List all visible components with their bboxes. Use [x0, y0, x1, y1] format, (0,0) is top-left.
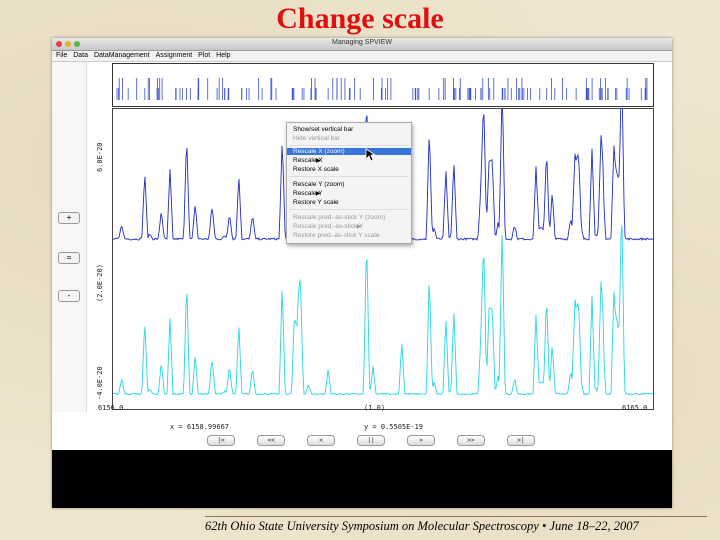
nav-first-button[interactable]: |<: [207, 435, 235, 446]
nav-fast-forward-button[interactable]: >>: [457, 435, 485, 446]
ctx-hide-vertical-bar: Hide vertical bar: [293, 135, 340, 142]
y-axis-top-label: 6.0E-20: [96, 142, 104, 172]
reset-scale-button[interactable]: =: [58, 252, 80, 264]
nav-fast-back-button[interactable]: <<: [257, 435, 285, 446]
menu-plot[interactable]: Plot: [198, 52, 210, 59]
ctx-rescale-x-zoom[interactable]: Rescale X (zoom): [287, 148, 411, 155]
spview-window: Managing SPVIEW File Data DataManagement…: [52, 38, 672, 508]
ctx-label: Hide vertical bar: [293, 135, 340, 142]
ctx-rescale-stick-y: Rescale pred.-as-stick Y ▶: [293, 223, 363, 230]
menu-help[interactable]: Help: [216, 52, 230, 59]
side-panel: + = -: [52, 62, 87, 412]
nav-pause-button[interactable]: ||: [357, 435, 385, 446]
zoom-in-button[interactable]: +: [58, 212, 80, 224]
ctx-separator: [289, 176, 409, 177]
ctx-label: Restore X scale: [293, 166, 339, 173]
ctx-rescale-stick-y-zoom: Rescale pred.-as-stick Y (zoom): [293, 214, 385, 221]
predicted-spectrum-trace: [112, 225, 654, 396]
ctx-restore-y-scale[interactable]: Restore Y scale: [293, 199, 339, 206]
main-content: + = - 6.0E-20 (2.0E-20) -4.0E-20 6156.0 …: [52, 62, 672, 508]
ctx-label: Restore Y scale: [293, 199, 339, 206]
ctx-restore-x-scale[interactable]: Restore X scale: [293, 166, 339, 173]
x-readout: x = 6158.99667: [170, 423, 230, 431]
menu-assignment[interactable]: Assignment: [156, 52, 193, 59]
nav-back-button[interactable]: <: [307, 435, 335, 446]
ctx-label: Show/set vertical bar: [293, 126, 354, 133]
submenu-arrow-icon: ▶: [356, 224, 362, 230]
menu-datamanagement[interactable]: DataManagement: [94, 52, 150, 59]
menu-file[interactable]: File: [56, 52, 67, 59]
ctx-separator: [289, 145, 409, 146]
ctx-label: Restore pred.-as-stick Y scale: [293, 232, 380, 239]
nav-forward-button[interactable]: >: [407, 435, 435, 446]
x-axis-max-label: 6165.0: [622, 404, 648, 412]
console-area: [52, 450, 672, 508]
ctx-show-vertical-bar[interactable]: Show/set vertical bar: [293, 126, 353, 133]
menu-data[interactable]: Data: [73, 52, 88, 59]
y-axis-bottom-label: -4.0E-20: [96, 366, 104, 400]
ctx-separator: [289, 209, 409, 210]
menubar: File Data DataManagement Assignment Plot…: [52, 51, 672, 62]
slide-footer: 62th Ohio State University Symposium on …: [205, 519, 639, 533]
window-title: Managing SPVIEW: [332, 39, 392, 46]
x-axis-mid-label: (1.0): [364, 404, 386, 412]
context-menu: Show/set vertical bar Hide vertical bar …: [286, 122, 412, 244]
footer-divider: [205, 516, 707, 517]
ctx-restore-stick-y-scale: Restore pred.-as-stick Y scale: [293, 232, 379, 239]
ctx-rescale-y[interactable]: Rescale Y ▶: [293, 190, 323, 197]
slide-title: Change scale: [276, 2, 444, 35]
predicted-stick-strip[interactable]: [112, 63, 654, 107]
ctx-rescale-x[interactable]: Rescale X ▶: [293, 157, 323, 164]
ctx-rescale-y-zoom[interactable]: Rescale Y (zoom): [293, 181, 344, 188]
window-titlebar: Managing SPVIEW: [52, 38, 672, 51]
ctx-label: Rescale pred.-as-stick Y (zoom): [293, 214, 386, 221]
y-readout: y = 0.5505E-19: [364, 423, 424, 431]
mouse-pointer-icon: [365, 148, 377, 162]
stick-lines: [116, 78, 648, 100]
zoom-out-button[interactable]: -: [58, 290, 80, 302]
submenu-arrow-icon: ▶: [316, 158, 321, 164]
x-axis-min-label: 6156.0: [98, 404, 124, 412]
y-axis-mid-label: (2.0E-20): [96, 264, 104, 302]
ctx-label: Rescale X (zoom): [293, 148, 345, 155]
ctx-label: Rescale pred.-as-stick Y: [293, 223, 364, 230]
submenu-arrow-icon: ▶: [315, 191, 321, 197]
nav-last-button[interactable]: >|: [507, 435, 535, 446]
ctx-label: Rescale Y (zoom): [293, 181, 345, 188]
